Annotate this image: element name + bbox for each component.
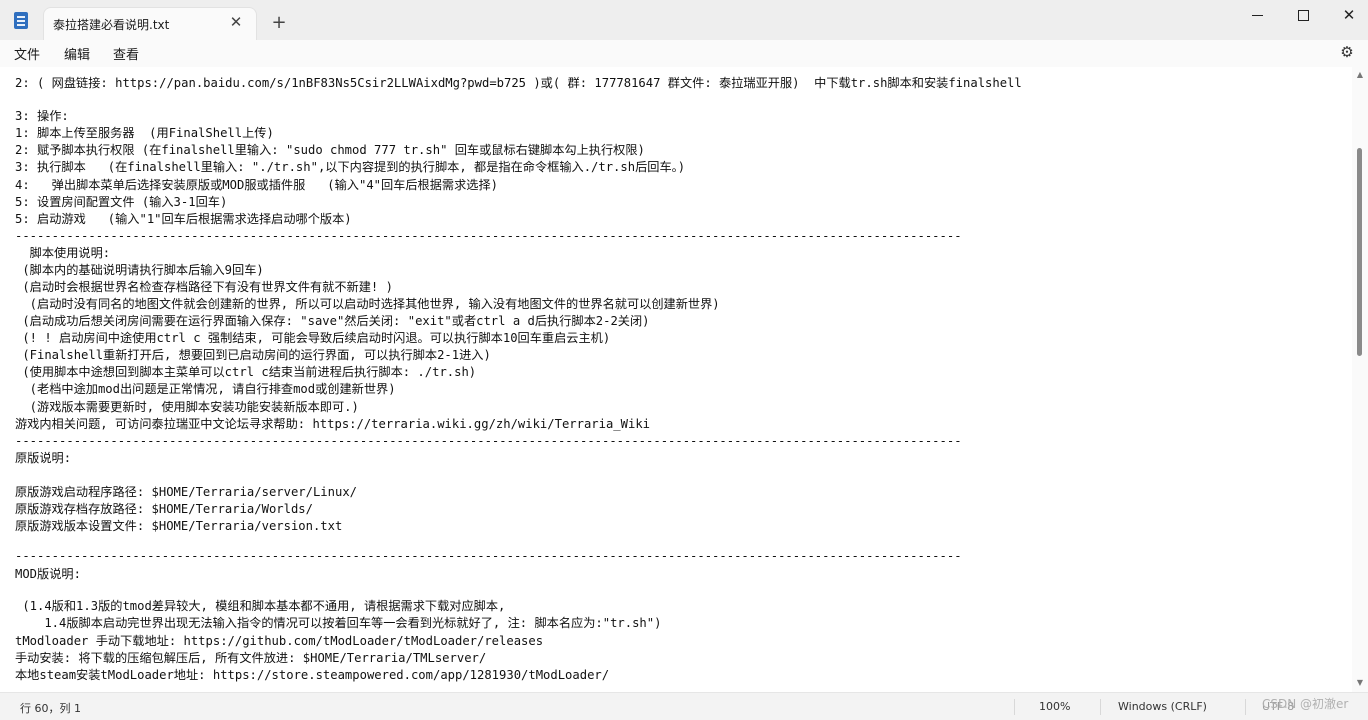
status-separator: [1014, 699, 1015, 715]
text-line: 2: 赋予脚本执行权限 (在finalshell里输入: "sudo chmod…: [15, 143, 645, 157]
scroll-down-arrow-icon[interactable]: ▼: [1355, 678, 1365, 688]
text-line: ----------------------------------------…: [15, 549, 962, 563]
minimize-icon: [1251, 14, 1263, 17]
scroll-up-arrow-icon[interactable]: ▲: [1355, 70, 1365, 80]
close-window-button[interactable]: ✕: [1326, 0, 1368, 32]
status-bar: 行 60，列 1 100% Windows (CRLF) UTF-8: [0, 692, 1368, 720]
text-line: 1: 脚本上传至服务器 (用FinalShell上传): [15, 126, 274, 140]
text-line: 手动安装: 将下载的压缩包解压后, 所有文件放进: $HOME/Terraria…: [15, 651, 487, 665]
text-line: 原版说明:: [15, 451, 72, 465]
tab-close-icon[interactable]: ✕: [226, 12, 246, 32]
text-line: (! ! 启动房间中途使用ctrl c 强制结束, 可能会导致后续启动时闪退。可…: [15, 331, 611, 345]
status-separator: [1245, 699, 1246, 715]
csdn-watermark: CSDN @初澈er: [1262, 697, 1349, 711]
notepad-app-icon: [14, 12, 28, 29]
text-line: ----------------------------------------…: [15, 434, 962, 448]
line-ending[interactable]: Windows (CRLF): [1118, 700, 1207, 713]
zoom-level[interactable]: 100%: [1039, 700, 1070, 713]
text-line: 本地steam安装tModLoader地址: https://store.ste…: [15, 668, 610, 682]
text-line: 3: 执行脚本 (在finalshell里输入: "./tr.sh",以下内容提…: [15, 160, 686, 174]
text-line: (老档中途加mod出问题是正常情况, 请自行排查mod或创建新世界): [15, 382, 396, 396]
text-line: 原版游戏启动程序路径: $HOME/Terraria/server/Linux/: [15, 485, 357, 499]
text-line: 3: 操作:: [15, 109, 69, 123]
minimize-button[interactable]: [1234, 0, 1280, 32]
text-line: 原版游戏版本设置文件: $HOME/Terraria/version.txt: [15, 519, 343, 533]
text-line: 4: 弹出脚本菜单后选择安装原版或MOD服或插件服 (输入"4"回车后根据需求选…: [15, 178, 499, 192]
text-line: (脚本内的基础说明请执行脚本后输入9回车): [15, 263, 264, 277]
text-line: 原版游戏存档存放路径: $HOME/Terraria/Worlds/: [15, 502, 313, 516]
maximize-icon: [1297, 10, 1309, 21]
menu-file[interactable]: 文件: [14, 44, 40, 63]
text-line: MOD版说明:: [15, 567, 81, 581]
scrollbar-thumb[interactable]: [1357, 148, 1362, 356]
text-line: (使用脚本中途想回到脚本主菜单可以ctrl c结束当前进程后执行脚本: ./tr…: [15, 365, 477, 379]
text-line: (启动时会根据世界名检查存档路径下有没有世界文件有就不新建! ): [15, 280, 393, 294]
cursor-position: 行 60，列 1: [20, 702, 81, 715]
settings-gear-icon[interactable]: ⚙: [1337, 42, 1357, 62]
text-line: (Finalshell重新打开后, 想要回到已启动房间的运行界面, 可以执行脚本…: [15, 348, 491, 362]
text-line: (启动时没有同名的地图文件就会创建新的世界, 所以可以启动时选择其他世界, 输入…: [15, 297, 720, 311]
tab-title: 泰拉搭建必看说明.txt: [53, 18, 170, 32]
text-line: 1.4版脚本启动完世界出现无法输入指令的情况可以按着回车等一会看到光标就好了, …: [15, 616, 662, 630]
text-line: (游戏版本需要更新时, 使用脚本安装功能安装新版本即可.): [15, 400, 359, 414]
tab-active-file[interactable]: 泰拉搭建必看说明.txt ✕: [44, 8, 256, 40]
text-editor-area[interactable]: 2: ( 网盘链接: https://pan.baidu.com/s/1nBF8…: [0, 67, 1352, 692]
title-bar: 泰拉搭建必看说明.txt ✕ + ✕: [0, 0, 1368, 40]
vertical-scrollbar[interactable]: ▲ ▼: [1352, 67, 1368, 692]
text-line: ----------------------------------------…: [15, 229, 962, 243]
text-line: tModloader 手动下载地址: https://github.com/tM…: [15, 634, 544, 648]
text-line: 5: 启动游戏 (输入"1"回车后根据需求选择启动哪个版本): [15, 212, 352, 226]
status-separator: [1100, 699, 1101, 715]
maximize-button[interactable]: [1280, 0, 1326, 32]
menu-view[interactable]: 查看: [113, 44, 139, 63]
text-line: (1.4版和1.3版的tmod差异较大, 模组和脚本基本都不通用, 请根据需求下…: [15, 599, 506, 613]
menu-edit[interactable]: 编辑: [64, 44, 90, 63]
text-line: 5: 设置房间配置文件 (输入3-1回车): [15, 195, 228, 209]
text-line: 2: ( 网盘链接: https://pan.baidu.com/s/1nBF8…: [15, 76, 1022, 90]
text-line: 脚本使用说明:: [15, 246, 111, 260]
text-line: (启动成功后想关闭房间需要在运行界面输入保存: "save"然后关闭: "exi…: [15, 314, 650, 328]
notepad-window: 泰拉搭建必看说明.txt ✕ + ✕ 文件 编辑 查看 ⚙ 2: ( 网盘链接:…: [0, 0, 1368, 720]
text-line: 游戏内相关问题, 可访问泰拉瑞亚中文论坛寻求帮助: https://terrar…: [15, 417, 650, 431]
menu-bar: 文件 编辑 查看 ⚙: [0, 40, 1368, 67]
new-tab-button[interactable]: +: [268, 12, 290, 34]
